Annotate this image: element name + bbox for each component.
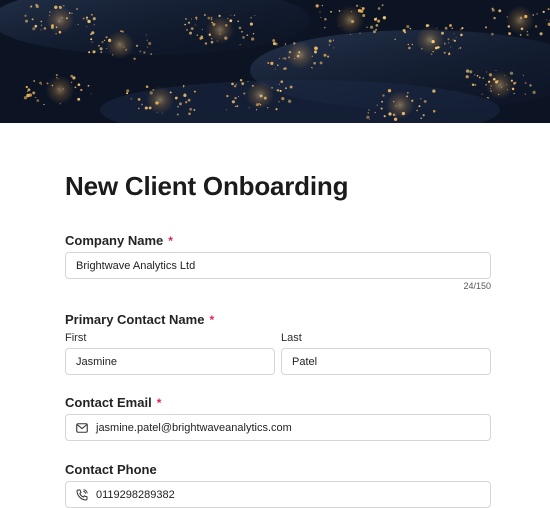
primary-contact-label: Primary Contact Name * — [65, 312, 215, 327]
contact-phone-label: Contact Phone — [65, 462, 157, 477]
header-banner-image — [0, 0, 550, 123]
contact-email-label: Contact Email * — [65, 395, 162, 410]
mail-icon — [76, 422, 88, 434]
required-asterisk: * — [156, 396, 162, 410]
first-name-label: First — [65, 332, 87, 344]
contact-email-input[interactable]: jasmine.patel@brightwaveanalytics.com — [65, 414, 491, 441]
first-name-input[interactable]: Jasmine — [65, 348, 275, 375]
last-name-input[interactable]: Patel — [281, 348, 491, 375]
page-title: New Client Onboarding — [65, 171, 349, 201]
character-counter: 24/150 — [463, 281, 491, 291]
last-name-label: Last — [281, 332, 302, 344]
phone-icon — [76, 488, 88, 501]
required-asterisk: * — [209, 313, 215, 327]
company-name-input[interactable]: Brightwave Analytics Ltd — [65, 252, 491, 279]
contact-phone-input[interactable]: 0119298289382 — [65, 481, 491, 508]
company-name-label: Company Name * — [65, 233, 173, 248]
city-lights-image — [0, 0, 550, 123]
required-asterisk: * — [168, 234, 173, 248]
